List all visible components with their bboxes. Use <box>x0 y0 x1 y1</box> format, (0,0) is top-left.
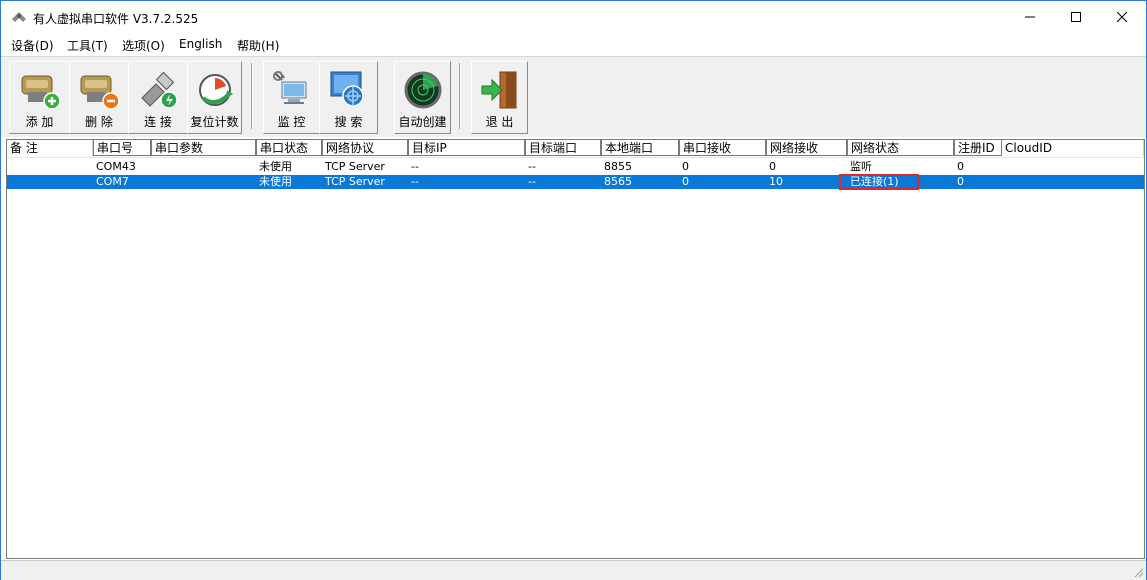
column-header[interactable]: 注册ID <box>954 140 1002 156</box>
column-header[interactable]: CloudID <box>1002 140 1144 156</box>
auto-create-button[interactable]: 自动创建 <box>394 61 451 134</box>
target-port-cell: -- <box>528 175 536 188</box>
exit-button-label: 退 出 <box>485 115 514 129</box>
maximize-icon <box>1071 12 1081 22</box>
menu-options[interactable]: 选项(O) <box>122 37 165 54</box>
column-header[interactable]: 目标IP <box>408 140 525 156</box>
menu-help[interactable]: 帮助(H) <box>237 37 279 54</box>
net-rx-cell: 10 <box>769 175 783 188</box>
cloud-id-cell <box>1002 160 1005 174</box>
minimize-button[interactable] <box>1007 1 1053 33</box>
port-cell: COM7 <box>96 175 129 188</box>
column-header[interactable]: 串口接收 <box>679 140 766 156</box>
menu-bar: 设备(D) 工具(T) 选项(O) English 帮助(H) <box>1 34 1146 55</box>
column-header[interactable]: 串口号 <box>93 140 151 156</box>
net-status-highlight-box <box>839 174 919 190</box>
toolbar: 添 加 删 除 连 接 复位计数 监 控 搜 索 自动创建 退 出 <box>1 56 1146 157</box>
connect-button[interactable]: 连 接 <box>128 61 188 134</box>
status-bar <box>1 560 1146 580</box>
reg-id-cell: 0 <box>957 175 964 188</box>
params-cell <box>151 175 154 189</box>
serial-rx-cell: 0 <box>682 160 689 173</box>
exit-door-icon <box>481 71 516 109</box>
target-ip-cell: -- <box>411 175 419 188</box>
column-header[interactable]: 本地端口 <box>601 140 679 156</box>
app-window: 有人虚拟串口软件 V3.7.2.525 设备(D) 工具(T) 选项(O) En… <box>0 0 1147 580</box>
port-status-cell: 未使用 <box>259 175 292 188</box>
search-globe-icon <box>330 71 364 107</box>
menu-tools[interactable]: 工具(T) <box>67 37 108 54</box>
column-header[interactable]: 网络接收 <box>766 140 847 156</box>
auto-create-button-label: 自动创建 <box>398 115 447 129</box>
target-ip-cell: -- <box>411 160 419 173</box>
table-row[interactable]: COM43 未使用 TCP Server -- -- 8855 0 0 监听 0 <box>7 160 1144 174</box>
reset-gauge-icon <box>198 74 233 106</box>
search-button-label: 搜 索 <box>334 115 363 129</box>
column-header[interactable]: 目标端口 <box>525 140 601 156</box>
port-list[interactable]: 备 注 串口号 串口参数 串口状态 网络协议 目标IP 目标端口 本地端口 串口… <box>6 139 1145 559</box>
remark-cell <box>7 175 10 189</box>
connect-plug-icon <box>141 71 178 109</box>
reset-count-button[interactable]: 复位计数 <box>187 61 242 134</box>
menu-english[interactable]: English <box>179 37 222 51</box>
delete-button-label: 删 除 <box>85 115 113 129</box>
close-icon <box>1117 12 1127 22</box>
local-port-cell: 8565 <box>604 175 632 188</box>
column-header[interactable]: 网络协议 <box>322 140 408 156</box>
net-status-cell: 监听 <box>850 160 872 173</box>
title-bar: 有人虚拟串口软件 V3.7.2.525 <box>1 1 1146 33</box>
table-row-selected[interactable]: COM7 未使用 TCP Server -- -- 8565 0 10 已连接(… <box>7 175 1144 189</box>
cloud-id-cell <box>1002 175 1005 189</box>
params-cell <box>151 160 154 174</box>
toolbar-separator <box>459 63 461 129</box>
protocol-cell: TCP Server <box>325 160 385 173</box>
radar-icon <box>404 71 441 109</box>
list-header: 备 注 串口号 串口参数 串口状态 网络协议 目标IP 目标端口 本地端口 串口… <box>7 140 1144 158</box>
target-port-cell: -- <box>528 160 536 173</box>
reg-id-cell: 0 <box>957 160 964 173</box>
minimize-icon <box>1025 16 1035 18</box>
connect-button-label: 连 接 <box>144 115 172 129</box>
app-logo-icon <box>12 12 26 22</box>
toolbar-separator <box>251 63 253 129</box>
monitor-button[interactable]: 监 控 <box>263 61 320 134</box>
serial-add-icon <box>21 75 61 110</box>
add-button[interactable]: 添 加 <box>9 61 70 134</box>
window-title: 有人虚拟串口软件 V3.7.2.525 <box>33 12 199 26</box>
column-header[interactable]: 备 注 <box>7 140 93 156</box>
monitor-button-label: 监 控 <box>277 115 306 129</box>
net-rx-cell: 0 <box>769 160 776 173</box>
serial-rx-cell: 0 <box>682 175 689 188</box>
close-button[interactable] <box>1099 1 1145 33</box>
reset-count-button-label: 复位计数 <box>190 115 239 129</box>
protocol-cell: TCP Server <box>325 175 385 188</box>
monitor-icon <box>272 71 306 104</box>
maximize-button[interactable] <box>1053 1 1099 33</box>
delete-button[interactable]: 删 除 <box>69 61 129 134</box>
remark-cell <box>7 160 10 174</box>
local-port-cell: 8855 <box>604 160 632 173</box>
exit-button[interactable]: 退 出 <box>471 61 528 134</box>
search-button[interactable]: 搜 索 <box>319 61 378 134</box>
column-header[interactable]: 串口状态 <box>256 140 322 156</box>
resize-grip-icon[interactable] <box>1132 566 1144 578</box>
port-status-cell: 未使用 <box>259 160 292 173</box>
port-cell: COM43 <box>96 160 136 173</box>
column-header[interactable]: 串口参数 <box>151 140 256 156</box>
serial-delete-icon <box>80 75 120 110</box>
column-header[interactable]: 网络状态 <box>847 140 954 156</box>
add-button-label: 添 加 <box>25 115 54 129</box>
menu-device[interactable]: 设备(D) <box>11 37 54 54</box>
